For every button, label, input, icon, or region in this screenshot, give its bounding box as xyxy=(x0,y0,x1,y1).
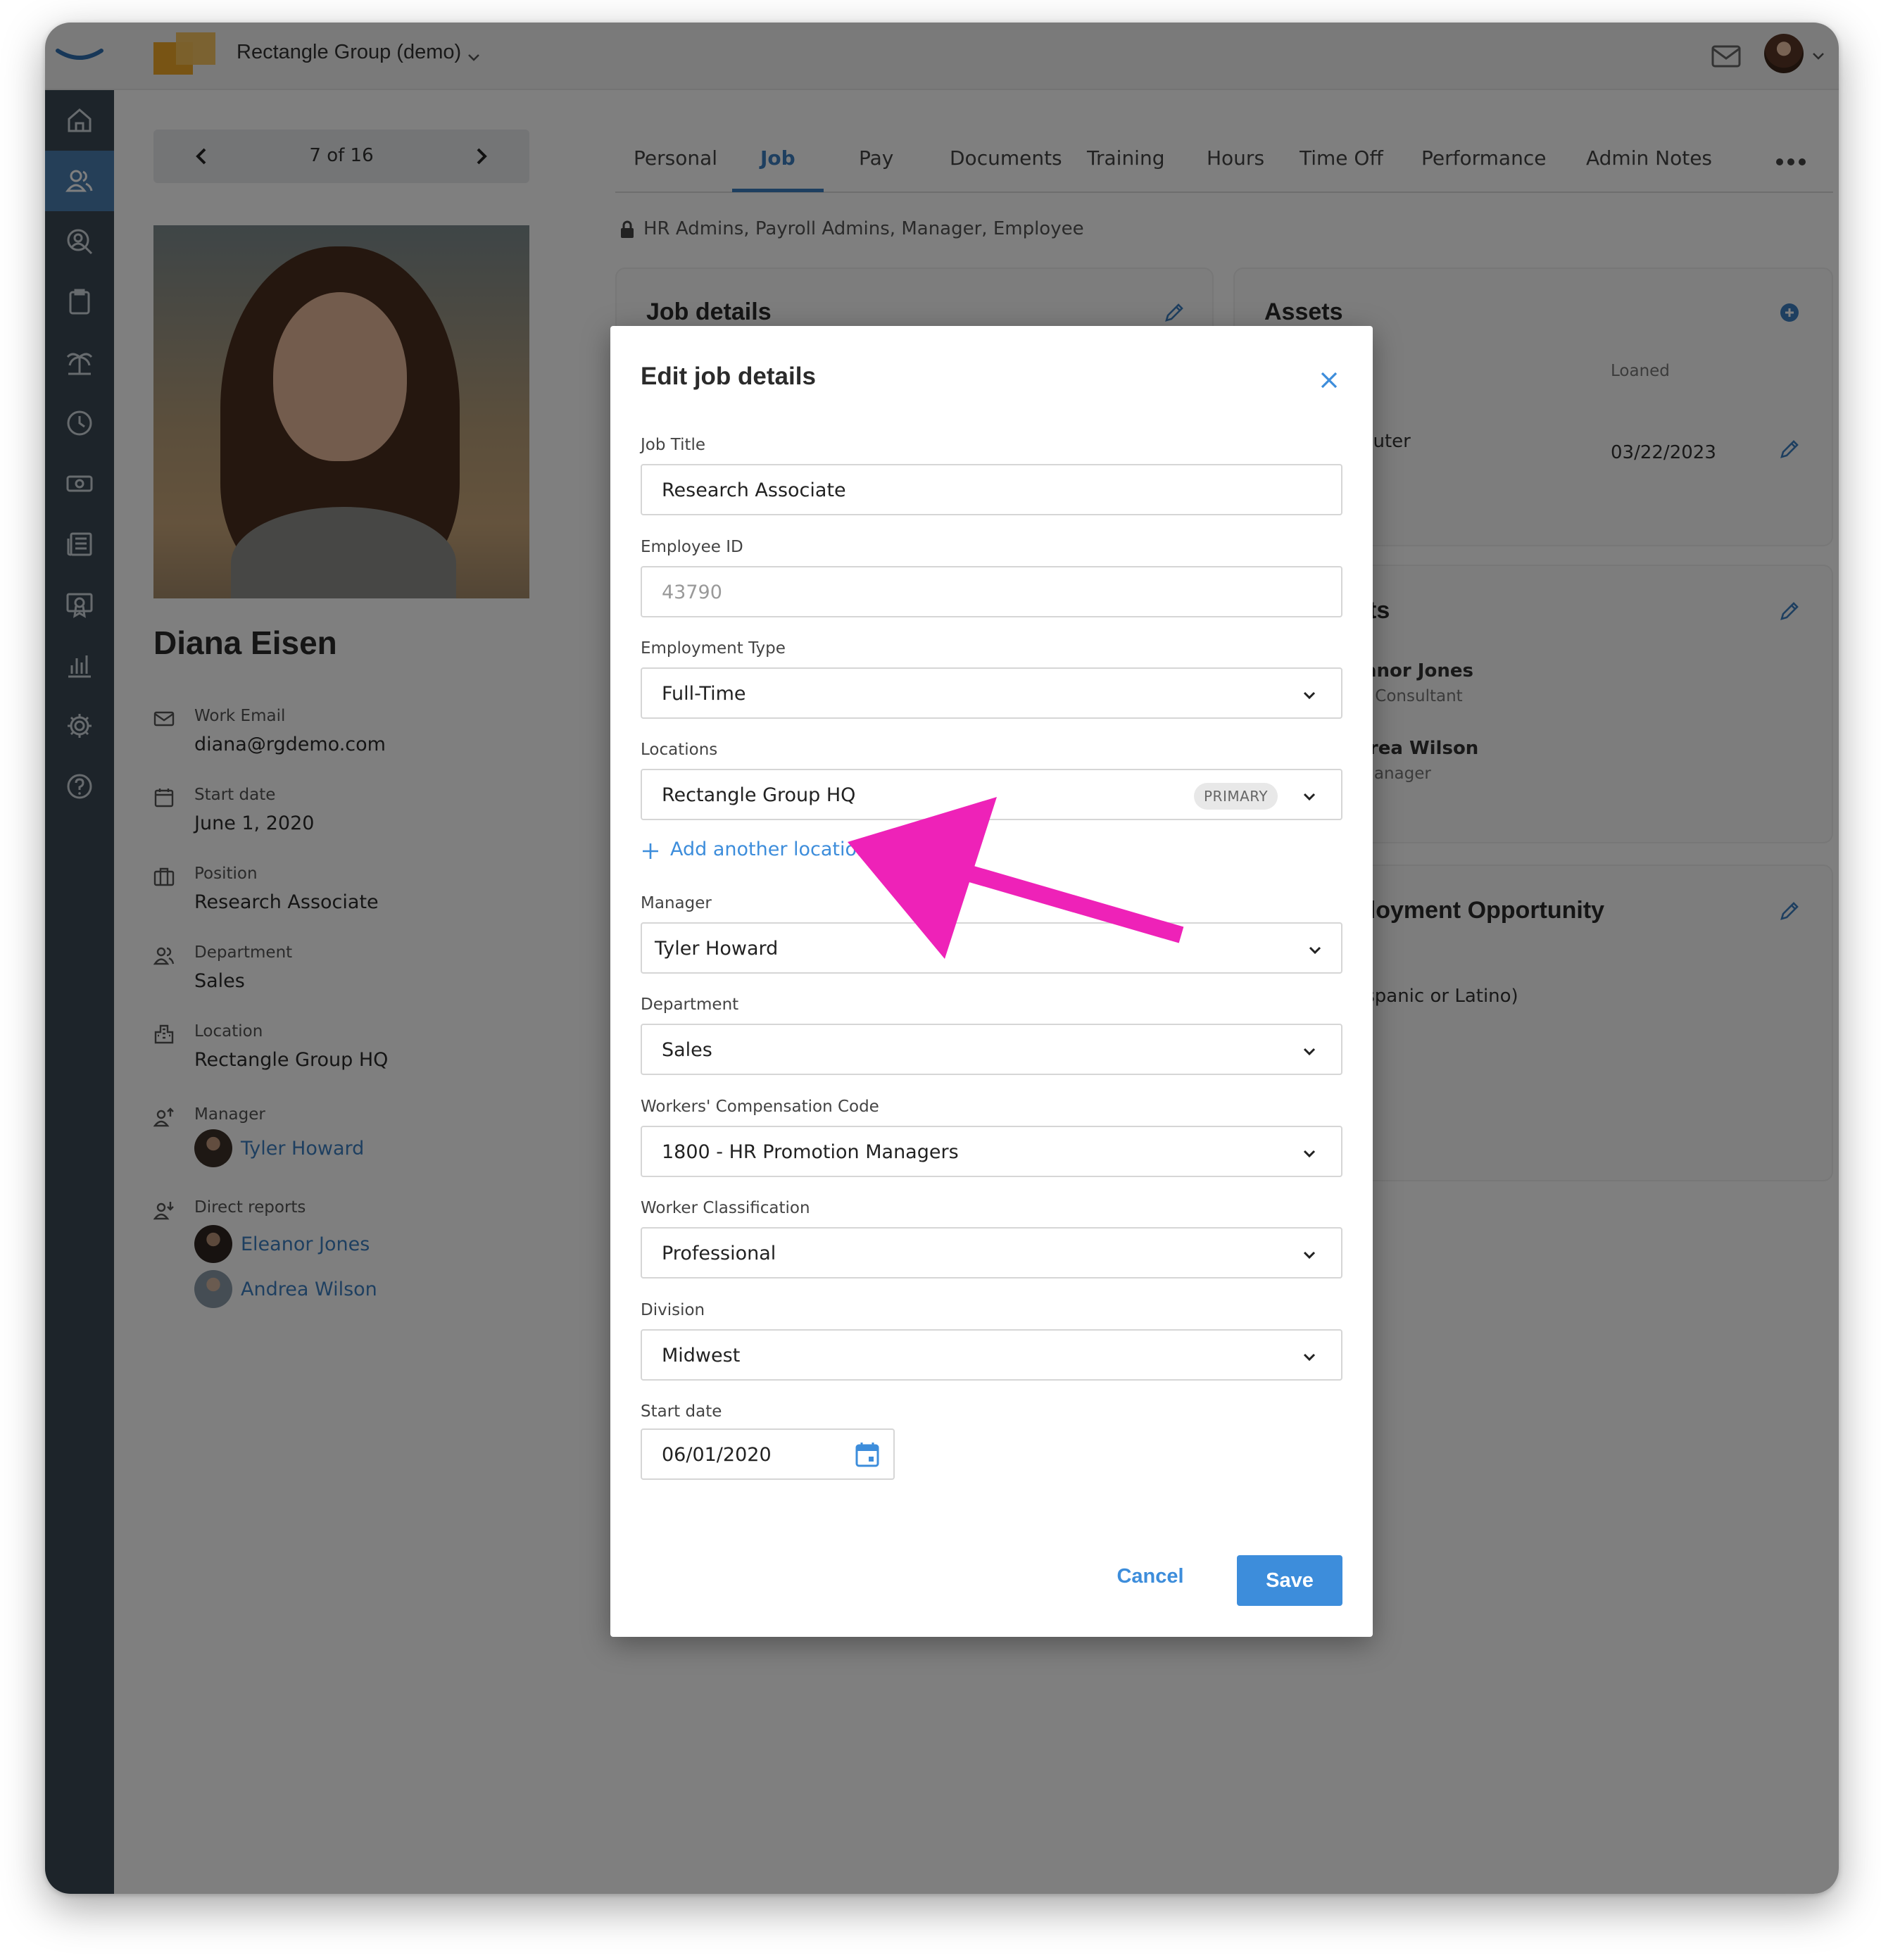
close-icon[interactable] xyxy=(1319,370,1340,391)
cancel-button[interactable]: Cancel xyxy=(1112,1555,1189,1597)
chevron-down-icon xyxy=(1309,946,1321,955)
chevron-down-icon xyxy=(1303,1048,1316,1056)
save-button[interactable]: Save xyxy=(1237,1555,1342,1606)
worker-classification-label: Worker Classification xyxy=(641,1199,810,1217)
locations-label: Locations xyxy=(641,741,718,759)
employee-id-label: Employee ID xyxy=(641,538,743,556)
start-date-input[interactable]: 06/01/2020 xyxy=(641,1428,895,1480)
employment-type-label: Employment Type xyxy=(641,639,786,658)
employee-id-input: 43790 xyxy=(641,566,1342,617)
job-title-label: Job Title xyxy=(641,436,706,454)
manager-label: Manager xyxy=(641,894,712,912)
job-title-input[interactable]: Research Associate xyxy=(641,464,1342,515)
department-select[interactable]: Sales xyxy=(641,1024,1342,1075)
chevron-down-icon xyxy=(1303,1150,1316,1158)
annotation-arrow-icon xyxy=(848,797,1184,959)
workers-comp-select[interactable]: 1800 - HR Promotion Managers xyxy=(641,1126,1342,1177)
start-date-label: Start date xyxy=(641,1402,722,1421)
workers-comp-label: Workers' Compensation Code xyxy=(641,1098,879,1116)
modal-title: Edit job details xyxy=(641,363,816,390)
chevron-down-icon xyxy=(1303,1353,1316,1362)
add-another-location-link[interactable]: Add another location xyxy=(641,837,869,865)
department-label: Department xyxy=(641,995,739,1014)
employment-type-select[interactable]: Full-Time xyxy=(641,667,1342,719)
worker-classification-select[interactable]: Professional xyxy=(641,1227,1342,1279)
chevron-down-icon xyxy=(1303,793,1316,801)
primary-badge: PRIMARY xyxy=(1194,783,1278,810)
app-window: Rectangle Group (demo) xyxy=(45,23,1839,1894)
chevron-down-icon xyxy=(1303,1251,1316,1259)
plus-icon xyxy=(643,843,658,859)
division-label: Division xyxy=(641,1301,705,1319)
chevron-down-icon xyxy=(1303,691,1316,700)
calendar-icon[interactable] xyxy=(855,1441,880,1468)
division-select[interactable]: Midwest xyxy=(641,1329,1342,1381)
edit-job-details-modal: Edit job details Job Title Research Asso… xyxy=(610,326,1373,1637)
